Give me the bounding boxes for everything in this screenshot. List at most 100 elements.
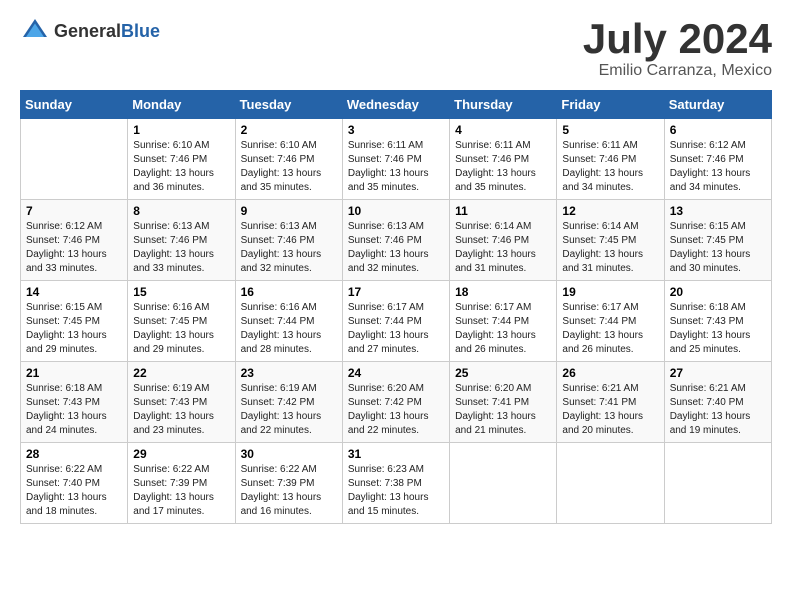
day-info: Sunrise: 6:13 AMSunset: 7:46 PMDaylight:… (133, 220, 229, 276)
day-number: 18 (455, 285, 551, 299)
daylight-text: Daylight: 13 hours and 25 minutes. (670, 329, 766, 357)
sunset-text: Sunset: 7:45 PM (133, 315, 229, 329)
day-info: Sunrise: 6:20 AMSunset: 7:42 PMDaylight:… (348, 382, 444, 438)
day-info: Sunrise: 6:18 AMSunset: 7:43 PMDaylight:… (26, 382, 122, 438)
day-number: 30 (241, 447, 337, 461)
day-info: Sunrise: 6:11 AMSunset: 7:46 PMDaylight:… (562, 139, 658, 195)
day-of-week-header: Sunday (21, 91, 128, 119)
day-info: Sunrise: 6:15 AMSunset: 7:45 PMDaylight:… (26, 301, 122, 357)
sunrise-text: Sunrise: 6:12 AM (26, 220, 122, 234)
day-number: 25 (455, 366, 551, 380)
sunrise-text: Sunrise: 6:22 AM (133, 463, 229, 477)
day-info: Sunrise: 6:15 AMSunset: 7:45 PMDaylight:… (670, 220, 766, 276)
daylight-text: Daylight: 13 hours and 34 minutes. (670, 167, 766, 195)
calendar-day-cell: 12 Sunrise: 6:14 AMSunset: 7:45 PMDayligh… (557, 200, 664, 281)
calendar-table: SundayMondayTuesdayWednesdayThursdayFrid… (20, 90, 772, 524)
daylight-text: Daylight: 13 hours and 34 minutes. (562, 167, 658, 195)
sunset-text: Sunset: 7:46 PM (348, 153, 444, 167)
day-number: 8 (133, 204, 229, 218)
calendar-day-cell: 1 Sunrise: 6:10 AMSunset: 7:46 PMDaylight… (128, 119, 235, 200)
sunrise-text: Sunrise: 6:17 AM (562, 301, 658, 315)
day-number: 31 (348, 447, 444, 461)
day-of-week-header: Friday (557, 91, 664, 119)
day-number: 13 (670, 204, 766, 218)
day-number: 4 (455, 123, 551, 137)
daylight-text: Daylight: 13 hours and 28 minutes. (241, 329, 337, 357)
sunset-text: Sunset: 7:40 PM (26, 477, 122, 491)
sunset-text: Sunset: 7:46 PM (241, 234, 337, 248)
daylight-text: Daylight: 13 hours and 24 minutes. (26, 410, 122, 438)
calendar-day-cell: 24Sunrise: 6:20 AMSunset: 7:42 PMDayligh… (342, 362, 449, 443)
calendar-day-cell: 21Sunrise: 6:18 AMSunset: 7:43 PMDayligh… (21, 362, 128, 443)
calendar-day-cell: 22Sunrise: 6:19 AMSunset: 7:43 PMDayligh… (128, 362, 235, 443)
calendar-day-cell: 6Sunrise: 6:12 AMSunset: 7:46 PMDaylight… (664, 119, 771, 200)
day-info: Sunrise: 6:16 AMSunset: 7:44 PMDaylight:… (241, 301, 337, 357)
day-info: Sunrise: 6:11 AMSunset: 7:46 PMDaylight:… (348, 139, 444, 195)
logo-general: General (54, 21, 121, 41)
sunrise-text: Sunrise: 6:18 AM (670, 301, 766, 315)
sunset-text: Sunset: 7:46 PM (241, 153, 337, 167)
calendar-day-cell (664, 443, 771, 524)
day-number: 29 (133, 447, 229, 461)
sunrise-text: Sunrise: 6:20 AM (455, 382, 551, 396)
calendar-title: July 2024 (583, 16, 772, 62)
daylight-text: Daylight: 13 hours and 20 minutes. (562, 410, 658, 438)
day-info: Sunrise: 6:19 AMSunset: 7:43 PMDaylight:… (133, 382, 229, 438)
calendar-day-cell: 19Sunrise: 6:17 AMSunset: 7:44 PMDayligh… (557, 281, 664, 362)
daylight-text: Daylight: 13 hours and 29 minutes. (26, 329, 122, 357)
sunrise-text: Sunrise: 6:10 AM (133, 139, 229, 153)
day-number: 26 (562, 366, 658, 380)
calendar-week-row: 21Sunrise: 6:18 AMSunset: 7:43 PMDayligh… (21, 362, 772, 443)
day-number: 17 (348, 285, 444, 299)
sunset-text: Sunset: 7:42 PM (241, 396, 337, 410)
daylight-text: Daylight: 13 hours and 17 minutes. (133, 491, 229, 519)
sunset-text: Sunset: 7:40 PM (670, 396, 766, 410)
sunset-text: Sunset: 7:44 PM (241, 315, 337, 329)
day-info: Sunrise: 6:10 AMSunset: 7:46 PMDaylight:… (133, 139, 229, 195)
day-number: 1 (133, 123, 229, 137)
day-info: Sunrise: 6:13 AMSunset: 7:46 PMDaylight:… (348, 220, 444, 276)
sunrise-text: Sunrise: 6:17 AM (455, 301, 551, 315)
day-number: 23 (241, 366, 337, 380)
sunrise-text: Sunrise: 6:11 AM (562, 139, 658, 153)
day-number: 15 (133, 285, 229, 299)
daylight-text: Daylight: 13 hours and 22 minutes. (348, 410, 444, 438)
calendar-day-cell: 9Sunrise: 6:13 AMSunset: 7:46 PMDaylight… (235, 200, 342, 281)
sunrise-text: Sunrise: 6:18 AM (26, 382, 122, 396)
day-number: 28 (26, 447, 122, 461)
day-info: Sunrise: 6:16 AMSunset: 7:45 PMDaylight:… (133, 301, 229, 357)
calendar-header-row: SundayMondayTuesdayWednesdayThursdayFrid… (21, 91, 772, 119)
day-of-week-header: Wednesday (342, 91, 449, 119)
calendar-day-cell (557, 443, 664, 524)
sunset-text: Sunset: 7:46 PM (348, 234, 444, 248)
day-info: Sunrise: 6:20 AMSunset: 7:41 PMDaylight:… (455, 382, 551, 438)
day-number: 19 (562, 285, 658, 299)
daylight-text: Daylight: 13 hours and 33 minutes. (26, 248, 122, 276)
sunrise-text: Sunrise: 6:17 AM (348, 301, 444, 315)
daylight-text: Daylight: 13 hours and 35 minutes. (455, 167, 551, 195)
sunrise-text: Sunrise: 6:15 AM (670, 220, 766, 234)
sunrise-text: Sunrise: 6:11 AM (348, 139, 444, 153)
sunset-text: Sunset: 7:38 PM (348, 477, 444, 491)
day-number: 12 (562, 204, 658, 218)
calendar-day-cell: 3 Sunrise: 6:11 AMSunset: 7:46 PMDaylight… (342, 119, 449, 200)
daylight-text: Daylight: 13 hours and 31 minutes. (562, 248, 658, 276)
calendar-day-cell: 17Sunrise: 6:17 AMSunset: 7:44 PMDayligh… (342, 281, 449, 362)
sunrise-text: Sunrise: 6:20 AM (348, 382, 444, 396)
day-info: Sunrise: 6:12 AMSunset: 7:46 PMDaylight:… (670, 139, 766, 195)
day-info: Sunrise: 6:14 AMSunset: 7:45 PMDaylight:… (562, 220, 658, 276)
sunset-text: Sunset: 7:43 PM (670, 315, 766, 329)
calendar-day-cell: 27Sunrise: 6:21 AMSunset: 7:40 PMDayligh… (664, 362, 771, 443)
day-number: 3 (348, 123, 444, 137)
sunset-text: Sunset: 7:39 PM (241, 477, 337, 491)
sunrise-text: Sunrise: 6:22 AM (26, 463, 122, 477)
daylight-text: Daylight: 13 hours and 27 minutes. (348, 329, 444, 357)
daylight-text: Daylight: 13 hours and 31 minutes. (455, 248, 551, 276)
sunrise-text: Sunrise: 6:14 AM (455, 220, 551, 234)
sunrise-text: Sunrise: 6:19 AM (133, 382, 229, 396)
daylight-text: Daylight: 13 hours and 35 minutes. (348, 167, 444, 195)
sunset-text: Sunset: 7:43 PM (26, 396, 122, 410)
day-of-week-header: Monday (128, 91, 235, 119)
day-number: 5 (562, 123, 658, 137)
sunset-text: Sunset: 7:41 PM (562, 396, 658, 410)
